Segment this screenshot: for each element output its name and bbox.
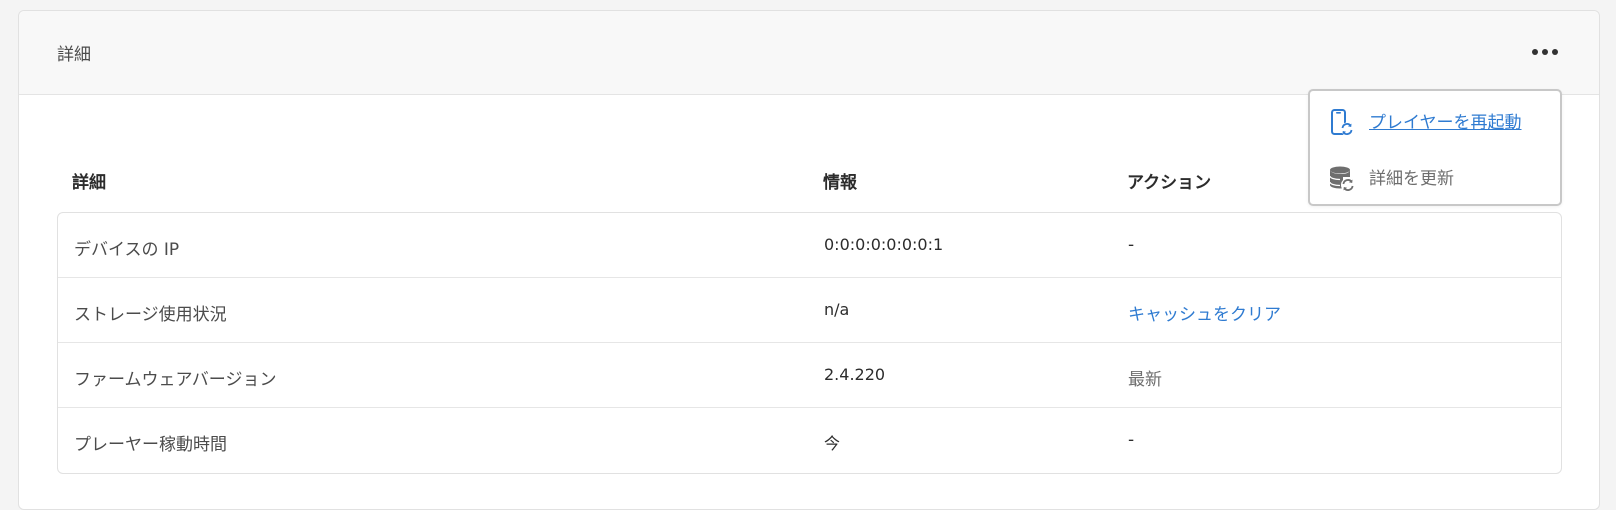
table-row: ファームウェアバージョン 2.4.220 最新 [58, 343, 1561, 408]
row-detail: ストレージ使用状況 [74, 305, 227, 325]
row-action: - [1128, 430, 1135, 450]
row-info: 0:0:0:0:0:0:0:1 [824, 235, 944, 254]
column-header-detail: 詳細 [72, 173, 106, 193]
table-row: デバイスの IP 0:0:0:0:0:0:0:1 - [58, 213, 1561, 278]
more-options-menu: プレイヤーを再起動 詳細を更新 [1308, 89, 1562, 206]
row-action: - [1128, 235, 1135, 255]
more-options-button[interactable] [1529, 41, 1561, 63]
more-dot-icon [1552, 49, 1558, 55]
row-info: 2.4.220 [824, 365, 886, 384]
table-row: ストレージ使用状況 n/a キャッシュをクリア [58, 278, 1561, 343]
details-table: デバイスの IP 0:0:0:0:0:0:0:1 - ストレージ使用状況 n/a… [57, 212, 1562, 474]
more-dot-icon [1542, 49, 1548, 55]
database-refresh-icon [1328, 165, 1356, 193]
table-row: プレーヤー稼動時間 今 - [58, 408, 1561, 473]
menu-item-label: 詳細を更新 [1369, 169, 1454, 189]
panel-title: 詳細 [57, 45, 91, 65]
column-header-action: アクション [1127, 173, 1212, 193]
more-dot-icon [1532, 49, 1538, 55]
row-detail: デバイスの IP [74, 240, 180, 260]
row-action: 最新 [1128, 370, 1162, 390]
row-info: n/a [824, 300, 850, 319]
column-header-info: 情報 [823, 173, 857, 193]
menu-item-restart-player[interactable]: プレイヤーを再起動 [1310, 101, 1560, 145]
menu-item-label: プレイヤーを再起動 [1369, 113, 1522, 133]
device-refresh-icon [1328, 109, 1356, 137]
menu-item-refresh-details[interactable]: 詳細を更新 [1310, 157, 1560, 201]
row-detail: プレーヤー稼動時間 [74, 435, 227, 455]
clear-cache-link[interactable]: キャッシュをクリア [1128, 300, 1281, 325]
row-detail: ファームウェアバージョン [74, 370, 277, 390]
row-info: 今 [824, 434, 841, 453]
panel-header: 詳細 [19, 11, 1599, 95]
